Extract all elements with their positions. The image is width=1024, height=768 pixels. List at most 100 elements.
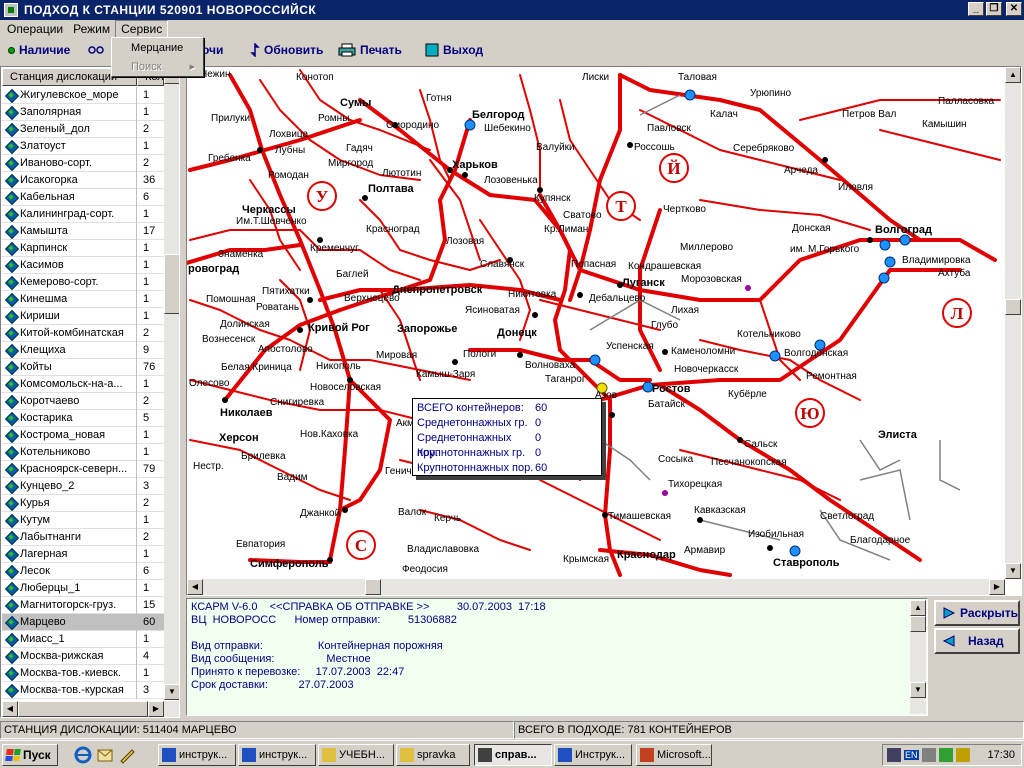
town-label: Урюпино (750, 88, 791, 99)
taskbar-task[interactable]: инструк... (238, 744, 316, 766)
back-button[interactable]: Назад (934, 628, 1020, 654)
antivirus-tray-icon[interactable] (938, 748, 953, 762)
container-station-marker[interactable] (884, 256, 896, 268)
station-row[interactable]: Кинешма 1 (2, 290, 164, 308)
station-row[interactable]: Жигулевское_море 1 (2, 86, 164, 104)
map-scroll-left-icon[interactable]: ◀ (187, 579, 203, 595)
station-row[interactable]: Люберцы_1 1 (2, 579, 164, 597)
internet-explorer-icon[interactable] (74, 746, 92, 764)
info-scroll-thumb[interactable] (910, 616, 926, 632)
minimize-button[interactable]: _ (968, 2, 984, 16)
station-row[interactable]: Лагерная 1 (2, 545, 164, 563)
map-vscroll-thumb[interactable] (1005, 299, 1021, 315)
taskbar-task[interactable]: Microsoft... (636, 744, 712, 766)
list-horizontal-scrollbar[interactable]: ◀ ▶ (2, 701, 179, 717)
container-station-marker[interactable] (589, 354, 601, 366)
station-row[interactable]: Кабельная 6 (2, 188, 164, 206)
exit-button[interactable]: Выход (425, 41, 483, 59)
info-scroll-up-icon[interactable]: ▲ (910, 600, 926, 616)
station-row[interactable]: Кутум 1 (2, 511, 164, 529)
station-row[interactable]: Кемерово-сорт. 1 (2, 273, 164, 291)
language-indicator[interactable]: EN (904, 750, 919, 760)
station-row[interactable]: Магнитогорск-груз. 15 (2, 596, 164, 614)
station-row[interactable]: Коротчаево 2 (2, 392, 164, 410)
container-station-marker[interactable] (789, 545, 801, 557)
close-button[interactable]: ✕ (1006, 2, 1022, 16)
container-station-marker[interactable] (899, 234, 911, 246)
station-row[interactable]: Златоуст 1 (2, 137, 164, 155)
map-hscroll-thumb[interactable] (365, 579, 381, 595)
taskbar-task[interactable]: УЧЕБН... (318, 744, 394, 766)
railway-map[interactable]: Сумы Белгород Харьков Полтава Черкассы Днепро… (186, 66, 1022, 596)
station-row[interactable]: Калининград-сорт. 1 (2, 205, 164, 223)
restore-button[interactable]: ❐ (986, 2, 1002, 16)
info-scroll-down-icon[interactable]: ▼ (910, 682, 926, 698)
popup-label: Среднетоннажных пор. (417, 432, 512, 459)
station-row[interactable]: Москва-рижская 4 (2, 647, 164, 665)
station-row[interactable]: Миасс_1 1 (2, 630, 164, 648)
taskbar-task[interactable]: Инструк... (554, 744, 632, 766)
list-vertical-scrollbar[interactable]: ▲ ▼ (164, 68, 179, 700)
station-row[interactable]: Москва-тов.-курская 3 (2, 681, 164, 699)
menu-operations[interactable]: Операции (2, 20, 68, 38)
scroll-down-icon[interactable]: ▼ (164, 684, 179, 700)
refresh-button[interactable]: Обновить (250, 41, 323, 59)
station-row[interactable]: Кунцево_2 3 (2, 477, 164, 495)
station-name: Котельниково (20, 443, 137, 461)
speaker-tray-icon[interactable] (955, 748, 970, 762)
station-row[interactable]: Иваново-сорт. 2 (2, 154, 164, 172)
container-station-marker[interactable] (464, 119, 476, 131)
network-tray-icon[interactable] (921, 748, 936, 762)
map-vertical-scrollbar[interactable]: ▲ ▼ (1005, 67, 1021, 579)
map-scroll-up-icon[interactable]: ▲ (1005, 67, 1021, 83)
station-row[interactable]: Клещиха 9 (2, 341, 164, 359)
station-row[interactable]: Красноярск-северн... 79 (2, 460, 164, 478)
station-row[interactable]: Исакогорка 36 (2, 171, 164, 189)
taskbar-task[interactable]: spravka (396, 744, 470, 766)
town-label: Джанкой (300, 508, 340, 519)
map-scroll-right-icon[interactable]: ▶ (989, 579, 1005, 595)
station-row[interactable]: Карпинск 1 (2, 239, 164, 257)
expand-button[interactable]: Раскрыть (934, 600, 1020, 626)
menu-service[interactable]: Сервис (115, 20, 169, 38)
station-row[interactable]: Касимов 1 (2, 256, 164, 274)
monitor-tray-icon[interactable] (887, 748, 901, 762)
station-row[interactable]: Кириши 1 (2, 307, 164, 325)
container-station-marker[interactable] (769, 350, 781, 362)
start-button[interactable]: Пуск (2, 744, 58, 766)
list-scroll-thumb[interactable] (164, 254, 179, 314)
container-station-marker[interactable] (684, 89, 696, 101)
container-station-marker[interactable] (878, 272, 890, 284)
print-button[interactable]: Печать (338, 41, 402, 59)
scroll-left-icon[interactable]: ◀ (2, 701, 18, 717)
list-hscroll-thumb[interactable] (18, 701, 148, 717)
map-scroll-down-icon[interactable]: ▼ (1005, 563, 1021, 579)
scroll-right-icon[interactable]: ▶ (148, 701, 164, 717)
station-row[interactable]: Курья 2 (2, 494, 164, 512)
station-row[interactable]: Зеленый_дол 2 (2, 120, 164, 138)
station-row[interactable]: Комсомольск-на-а... 1 (2, 375, 164, 393)
station-row[interactable]: Марцево 60 (2, 613, 164, 631)
map-canvas[interactable]: Сумы Белгород Харьков Полтава Черкассы Днепро… (187, 67, 1021, 579)
taskbar-task[interactable]: справ... (474, 744, 552, 766)
container-station-marker[interactable] (879, 239, 891, 251)
station-row[interactable]: Костарика 5 (2, 409, 164, 427)
station-row[interactable]: Койты 76 (2, 358, 164, 376)
points-button[interactable] (88, 41, 104, 59)
station-row[interactable]: Камышта 17 (2, 222, 164, 240)
map-horizontal-scrollbar[interactable]: ◀ ▶ (187, 579, 1005, 595)
presence-button[interactable]: Наличие (8, 41, 70, 59)
station-row[interactable]: Кострома_новая 1 (2, 426, 164, 444)
station-row[interactable]: Китой-комбинатская 2 (2, 324, 164, 342)
station-row[interactable]: Лабытнанги 2 (2, 528, 164, 546)
outlook-express-icon[interactable] (96, 746, 114, 764)
dropdown-blink[interactable]: Мерцание (114, 40, 201, 57)
pen-icon[interactable] (118, 746, 136, 764)
menu-mode[interactable]: Режим (68, 20, 115, 38)
station-row[interactable]: Заполярная 1 (2, 103, 164, 121)
info-vertical-scrollbar[interactable]: ▲ ▼ (910, 600, 926, 714)
station-row[interactable]: Лесок 6 (2, 562, 164, 580)
station-row[interactable]: Москва-тов.-киевск. 1 (2, 664, 164, 682)
taskbar-task[interactable]: инструк... (158, 744, 236, 766)
station-row[interactable]: Котельниково 1 (2, 443, 164, 461)
